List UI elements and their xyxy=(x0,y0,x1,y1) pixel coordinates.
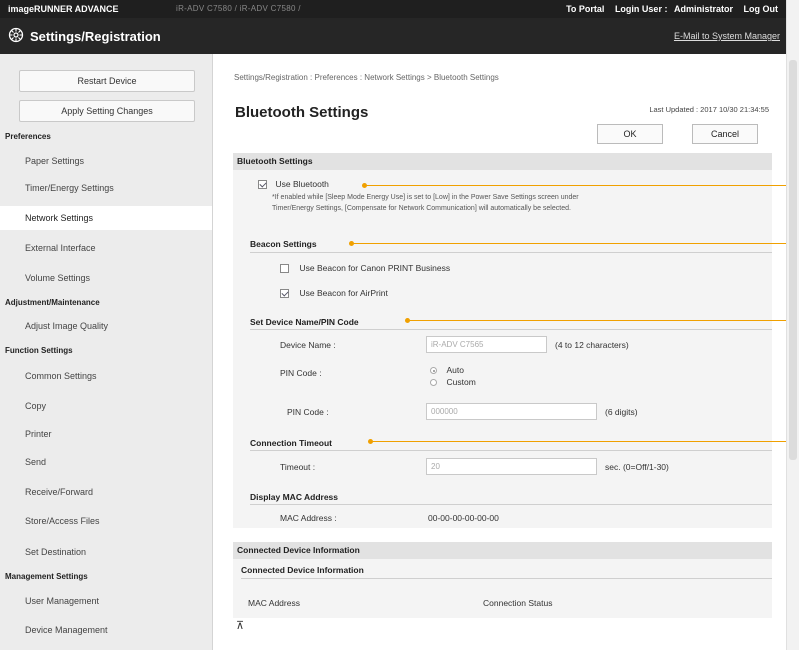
sidebar-item-external-interface[interactable]: External Interface xyxy=(0,236,212,260)
sidebar-item-timer-energy-settings[interactable]: Timer/Energy Settings xyxy=(0,176,212,200)
product-name: imageRUNNER ADVANCE xyxy=(8,4,119,14)
pin-code-label: PIN Code : xyxy=(287,407,329,417)
pin-custom-row: Custom xyxy=(430,377,476,387)
sidebar-item-receive-forward[interactable]: Receive/Forward xyxy=(0,480,212,504)
use-bluetooth-label: Use Bluetooth xyxy=(275,179,329,189)
pin-auto-radio[interactable] xyxy=(430,367,437,375)
callout-line-beacon-settings xyxy=(349,241,786,246)
mac-address-label: MAC Address : xyxy=(280,513,337,523)
sidebar-item-common-settings[interactable]: Common Settings xyxy=(0,364,212,388)
top-links: To Portal Login User : Administrator Log… xyxy=(558,4,778,14)
sidebar-item-paper-settings[interactable]: Paper Settings xyxy=(0,149,212,173)
beacon-canon-print-checkbox[interactable] xyxy=(280,264,289,274)
sidebar-item-volume-settings[interactable]: Volume Settings xyxy=(0,266,212,290)
sidebar-item-device-management[interactable]: Device Management xyxy=(0,618,212,642)
sidebar-item-adjust-image-quality[interactable]: Adjust Image Quality xyxy=(0,314,212,338)
connection-timeout-heading: Connection Timeout xyxy=(250,438,333,448)
beacon-canon-print-label: Use Beacon for Canon PRINT Business xyxy=(299,263,451,273)
connected-device-subheading: Connected Device Information xyxy=(241,565,364,575)
scrollbar-thumb[interactable] xyxy=(789,60,797,460)
use-bluetooth-checkbox[interactable] xyxy=(258,180,267,190)
sidebar-item-copy[interactable]: Copy xyxy=(0,394,212,418)
use-bluetooth-row: Use Bluetooth xyxy=(258,179,329,190)
column-connection-status: Connection Status xyxy=(483,598,553,608)
sidebar-group-adjustment-maintenance: Adjustment/Maintenance xyxy=(5,298,100,307)
beacon-settings-heading: Beacon Settings xyxy=(250,239,317,249)
restart-device-button[interactable]: Restart Device xyxy=(19,70,195,92)
connected-device-heading: Connected Device Information xyxy=(233,542,772,559)
pin-auto-row: Auto xyxy=(430,365,464,375)
title-bar: Settings/Registration E-Mail to System M… xyxy=(0,18,786,54)
sidebar-group-function-settings: Function Settings xyxy=(5,346,73,355)
top-bar: imageRUNNER ADVANCE iR-ADV C7580 / iR-AD… xyxy=(0,0,786,18)
mac-address-value: 00-00-00-00-00-00 xyxy=(428,513,499,523)
last-updated: Last Updated : 2017 10/30 21:34:55 xyxy=(649,105,769,114)
cancel-button[interactable]: Cancel xyxy=(692,124,758,144)
timeout-label: Timeout : xyxy=(280,462,316,472)
sidebar-item-set-destination[interactable]: Set Destination xyxy=(0,540,212,564)
page-title: Bluetooth Settings xyxy=(235,104,369,121)
divider xyxy=(250,450,772,451)
device-name: iR-ADV C7580 / iR-ADV C7580 / xyxy=(176,4,301,13)
sidebar-item-store-access-files[interactable]: Store/Access Files xyxy=(0,509,212,533)
page-scrollbar[interactable] xyxy=(786,0,799,650)
to-portal-link[interactable]: To Portal xyxy=(566,4,604,14)
column-mac-address: MAC Address xyxy=(248,598,300,608)
login-user-name: Administrator xyxy=(673,4,733,14)
bluetooth-note-line-1: *If enabled while [Sleep Mode Energy Use… xyxy=(272,194,579,201)
pin-custom-radio[interactable] xyxy=(430,379,437,387)
device-name-pin-heading: Set Device Name/PIN Code xyxy=(250,317,359,327)
pin-code-field[interactable]: 000000 xyxy=(426,403,597,420)
back-to-top-icon[interactable]: ⊼ xyxy=(236,619,244,632)
sidebar-item-network-settings[interactable]: Network Settings xyxy=(0,206,212,230)
callout-line-connection-timeout xyxy=(368,439,786,444)
bluetooth-settings-panel: Bluetooth Settings Use Bluetooth *If ena… xyxy=(233,153,772,528)
timeout-field[interactable]: 20 xyxy=(426,458,597,475)
beacon-airprint-row: Use Beacon for AirPrint xyxy=(280,288,388,299)
pin-auto-label: Auto xyxy=(446,365,465,375)
pin-code-mode-label: PIN Code : xyxy=(280,368,322,378)
device-name-field[interactable]: iR-ADV C7565 xyxy=(426,336,547,353)
bluetooth-settings-heading: Bluetooth Settings xyxy=(233,153,772,170)
callout-line-device-name-pin xyxy=(405,318,786,323)
bluetooth-note-line-2: Timer/Energy Settings, [Compensate for N… xyxy=(272,205,571,212)
divider xyxy=(250,252,772,253)
pin-custom-label: Custom xyxy=(446,377,476,387)
settings-gear-icon xyxy=(8,27,24,45)
login-user-label: Login User : xyxy=(614,4,668,14)
sidebar: Restart Device Apply Setting Changes Pre… xyxy=(0,54,213,650)
beacon-canon-row: Use Beacon for Canon PRINT Business xyxy=(280,263,451,274)
logout-link[interactable]: Log Out xyxy=(744,4,779,14)
apply-setting-changes-button[interactable]: Apply Setting Changes xyxy=(19,100,195,122)
app-title: Settings/Registration xyxy=(30,29,161,44)
beacon-airprint-label: Use Beacon for AirPrint xyxy=(299,288,388,298)
mac-address-heading: Display MAC Address xyxy=(250,492,339,502)
divider xyxy=(241,578,772,579)
sidebar-item-printer[interactable]: Printer xyxy=(0,422,212,446)
beacon-airprint-checkbox[interactable] xyxy=(280,289,289,299)
divider xyxy=(250,329,772,330)
sidebar-item-user-management[interactable]: User Management xyxy=(0,589,212,613)
divider xyxy=(250,504,772,505)
ok-button[interactable]: OK xyxy=(597,124,663,144)
sidebar-item-send[interactable]: Send xyxy=(0,450,212,474)
sidebar-group-preferences: Preferences xyxy=(5,132,51,141)
connected-device-panel: Connected Device Information Connected D… xyxy=(233,542,772,618)
pin-code-hint: (6 digits) xyxy=(605,407,638,417)
device-name-hint: (4 to 12 characters) xyxy=(555,340,629,350)
timeout-hint: sec. (0=Off/1-30) xyxy=(605,462,669,472)
main-content: Settings/Registration : Preferences : Ne… xyxy=(222,54,786,650)
sidebar-group-management-settings: Management Settings xyxy=(5,572,88,581)
breadcrumb: Settings/Registration : Preferences : Ne… xyxy=(234,73,499,82)
callout-line-use-bluetooth xyxy=(362,183,786,188)
email-system-manager-link[interactable]: E-Mail to System Manager xyxy=(674,31,780,41)
device-name-label: Device Name : xyxy=(280,340,336,350)
